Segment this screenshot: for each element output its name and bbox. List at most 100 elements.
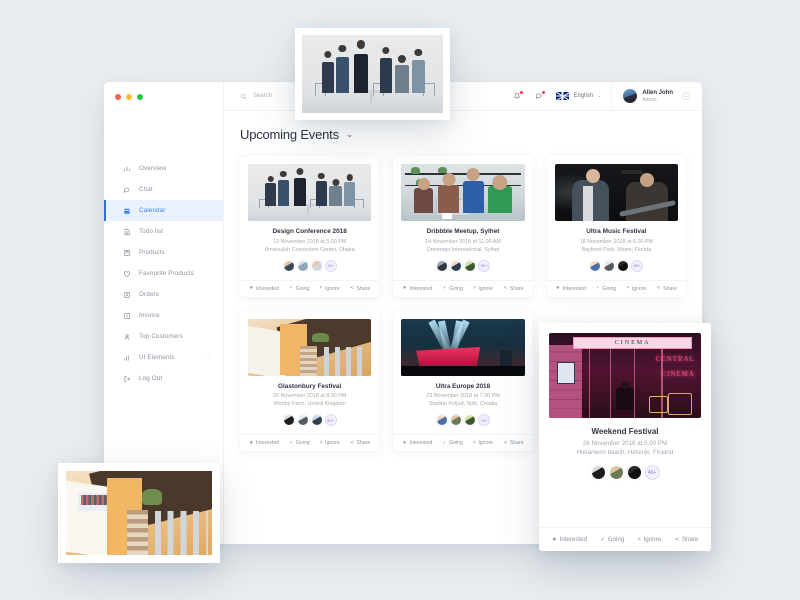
share-icon: ≺: [349, 439, 354, 446]
ignore-button[interactable]: × Ignore: [638, 536, 662, 543]
event-card[interactable]: Design Conference 2018 13 November 2018 …: [240, 156, 380, 297]
event-info: Ultra Music Festival 18 November 2018 at…: [547, 221, 686, 280]
share-icon: ≺: [503, 439, 508, 446]
ignore-button[interactable]: × Ignore: [320, 440, 340, 446]
share-button[interactable]: ≺ Share: [503, 286, 524, 292]
avatar: [435, 414, 448, 426]
event-date: 20 November 2018 at 8.00 PM: [272, 393, 347, 399]
interested-button[interactable]: ★ Interested: [402, 286, 432, 292]
ignore-button[interactable]: × Ignore: [473, 286, 493, 292]
search-input[interactable]: Search: [253, 93, 272, 99]
user-name: Allen John: [642, 89, 673, 96]
language-label: English: [573, 93, 594, 99]
attendee-avatars: 15+: [246, 259, 373, 272]
ignore-label: Ignore: [643, 536, 662, 543]
meetup-photo: [401, 164, 525, 221]
share-button[interactable]: ≺ Share: [674, 536, 698, 543]
interested-button[interactable]: ★ Interested: [556, 286, 586, 292]
avatar: [617, 259, 630, 272]
sidebar-item-top-customers[interactable]: Top Customers: [104, 326, 223, 347]
going-button[interactable]: ✓ Going: [289, 440, 310, 446]
interested-label: Interested: [562, 285, 586, 292]
sidebar-item-calendar[interactable]: Calendar: [104, 200, 223, 221]
event-info: Weekend Festival 26 November 2018 at 5.0…: [539, 418, 711, 490]
event-actions: ★ Interested ✓ Going × Ignore ≺ Share: [393, 434, 533, 451]
ignore-button[interactable]: × Ignore: [473, 440, 493, 446]
interested-label: Interested: [409, 440, 433, 446]
event-card[interactable]: Glastonbury Festival 20 November 2018 at…: [240, 310, 380, 451]
event-card[interactable]: Ultra Europe 2018 23 November 2018 at 7.…: [393, 310, 533, 451]
language-selector[interactable]: English ⌄: [556, 92, 601, 100]
interested-button[interactable]: ★ Interested: [249, 440, 279, 446]
going-button[interactable]: ✓ Going: [442, 440, 463, 446]
sidebar-item-overview[interactable]: Overview: [104, 158, 223, 179]
share-label: Share: [356, 285, 371, 292]
featured-event-card[interactable]: CINEMA CENTRAL CINEMA Weekend Festival 2…: [539, 323, 711, 551]
going-button[interactable]: ✓ Going: [442, 286, 463, 292]
messages-button[interactable]: [528, 91, 550, 100]
share-label: Share: [356, 440, 371, 446]
event-thumbnail-wrap: CINEMA CENTRAL CINEMA: [539, 323, 711, 418]
sidebar-item-label: Orders: [139, 291, 159, 298]
maximize-window-button[interactable]: [137, 93, 143, 100]
attendee-count-badge[interactable]: 46+: [644, 465, 660, 480]
cinema-photo: CINEMA CENTRAL CINEMA: [549, 333, 701, 418]
going-label: Going: [602, 285, 617, 292]
top-bar-right: English ⌄ Allen John Admin ⌄: [506, 82, 690, 111]
sidebar-item-label: UI Elements: [139, 354, 175, 361]
interested-button[interactable]: ★ Interested: [552, 536, 587, 543]
minimize-window-button[interactable]: [126, 93, 132, 100]
share-button[interactable]: ≺ Share: [350, 440, 371, 446]
event-date: 26 November 2018 at 5.00 PM: [582, 440, 668, 447]
sidebar-item-ui-elements[interactable]: UI Elements ›: [104, 347, 223, 368]
sidebar-item-todo-list[interactable]: Todo list: [104, 221, 223, 242]
search-icon: [240, 93, 247, 100]
event-thumbnail-wrap: [547, 156, 686, 221]
close-window-button[interactable]: [115, 93, 121, 100]
avatar: [310, 414, 323, 426]
going-label: Going: [607, 536, 625, 543]
neon-text-cinema: CINEMA: [661, 370, 695, 379]
search-box[interactable]: Search: [240, 93, 272, 100]
avatar: [296, 259, 309, 272]
sidebar-item-chat[interactable]: Chat: [104, 179, 223, 200]
attendee-count-badge[interactable]: 85+: [631, 259, 644, 272]
share-button[interactable]: ≺ Share: [503, 440, 524, 446]
sidebar-item-label: Log Out: [139, 375, 163, 382]
interested-button[interactable]: ★ Interested: [249, 286, 279, 292]
share-icon: ≺: [349, 285, 354, 291]
event-card[interactable]: Ultra Music Festival 18 November 2018 at…: [546, 156, 686, 297]
ignore-button[interactable]: × Ignore: [626, 286, 646, 292]
share-button[interactable]: ≺ Share: [656, 286, 677, 292]
share-button[interactable]: ≺ Share: [350, 286, 371, 292]
avatar: [589, 259, 602, 272]
going-button[interactable]: ✓ Going: [289, 286, 310, 292]
share-icon: ≺: [674, 536, 680, 543]
close-icon: ×: [472, 285, 476, 291]
neon-text-central: CENTRAL: [655, 355, 695, 364]
message-badge-dot: [542, 91, 546, 94]
going-button[interactable]: ✓ Going: [600, 536, 624, 543]
sidebar-item-logout[interactable]: Log Out: [104, 368, 223, 389]
share-icon: ≺: [503, 285, 508, 291]
ignore-button[interactable]: × Ignore: [320, 286, 340, 292]
ignore-label: Ignore: [631, 285, 647, 292]
attendee-avatars: 90+: [399, 259, 526, 272]
notifications-button[interactable]: [506, 91, 528, 100]
user-profile-menu[interactable]: Allen John Admin ⌄: [611, 82, 690, 111]
attendee-count-badge[interactable]: 78+: [477, 414, 490, 426]
check-icon: ✓: [600, 536, 606, 543]
going-button[interactable]: ✓ Going: [596, 286, 617, 292]
chevron-down-icon[interactable]: ⌄: [346, 129, 354, 140]
interested-button[interactable]: ★ Interested: [402, 440, 432, 446]
event-card[interactable]: Dribbble Meetup, Sylhet 14 November 2018…: [393, 156, 533, 297]
attendee-count-badge[interactable]: 15+: [324, 259, 337, 272]
avatar: [603, 259, 616, 272]
sidebar-nav: Overview Chat Calendar Todo list Product…: [104, 158, 223, 405]
sidebar-item-products[interactable]: Products: [104, 242, 223, 263]
attendee-count-badge[interactable]: 80+: [324, 414, 337, 426]
attendee-count-badge[interactable]: 90+: [477, 259, 490, 272]
sidebar-item-invoice[interactable]: Invoice: [104, 305, 223, 326]
sidebar-item-orders[interactable]: Orders: [104, 284, 223, 305]
sidebar-item-favourite-products[interactable]: Favourite Products: [104, 263, 223, 284]
